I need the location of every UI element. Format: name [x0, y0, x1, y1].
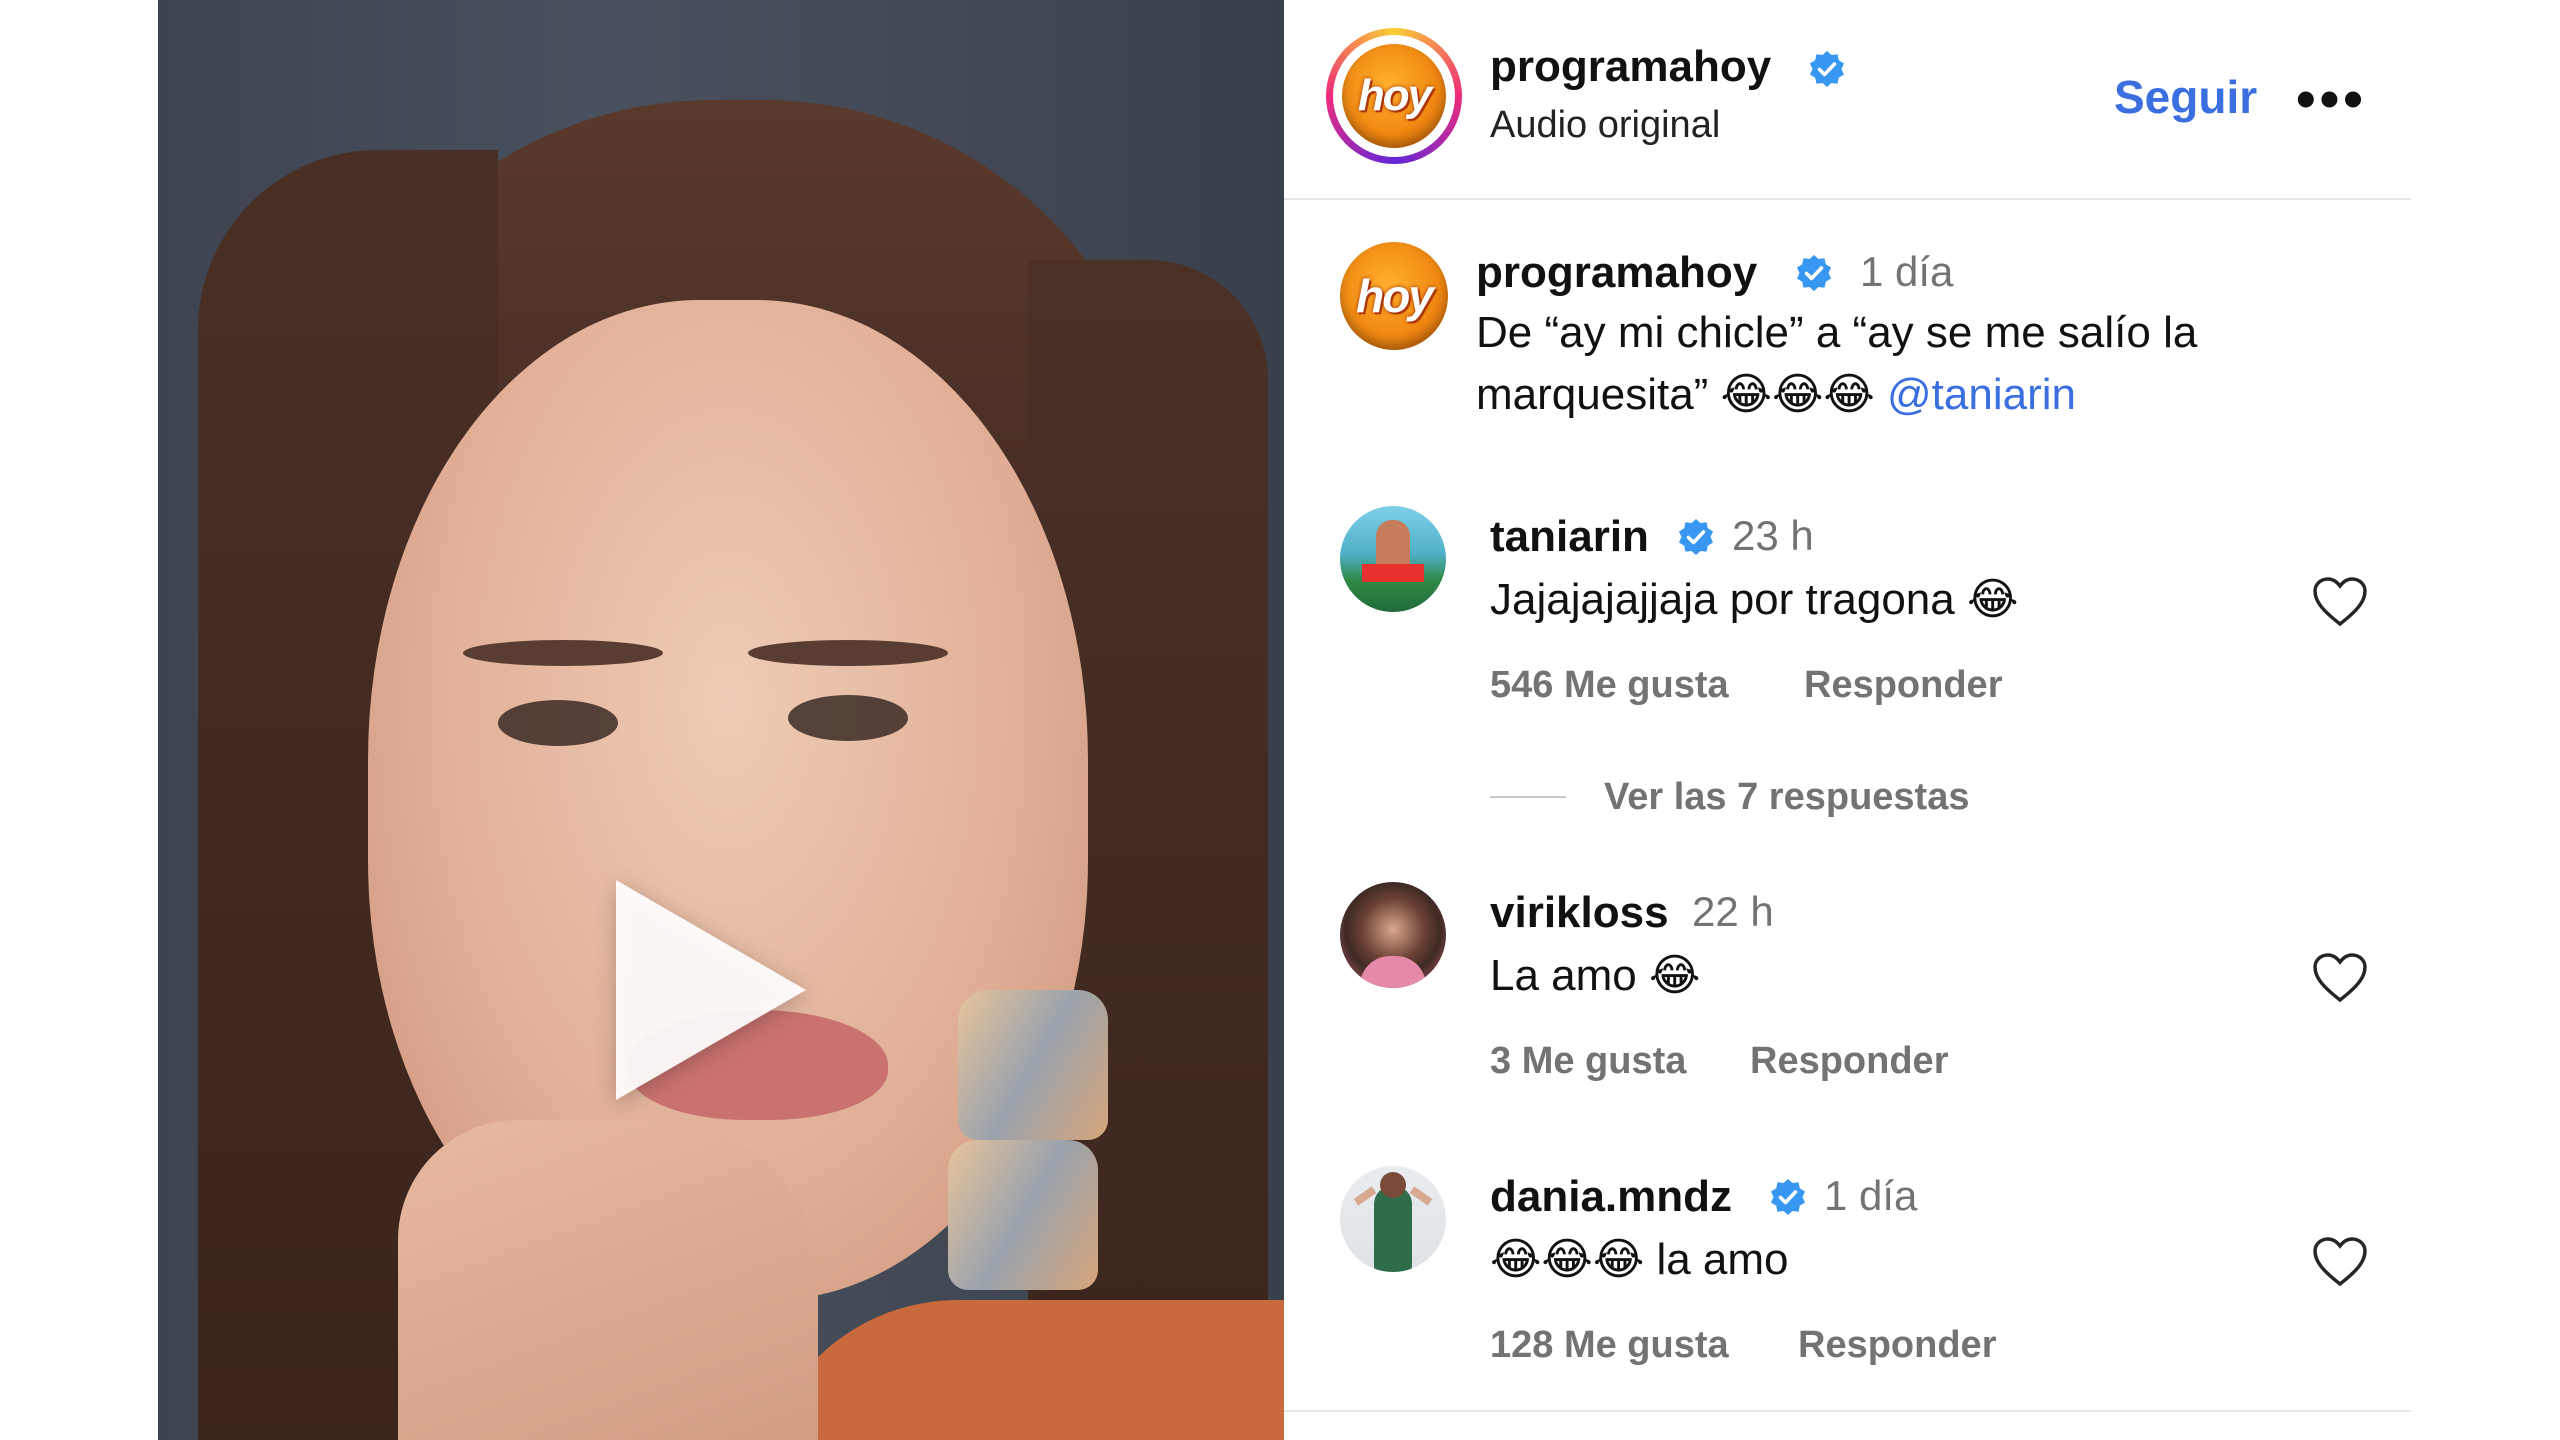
- replies-divider-line: [1490, 796, 1566, 798]
- reply-button[interactable]: Responder: [1750, 1040, 1948, 1083]
- avatar-figure: [1374, 1186, 1412, 1272]
- caption-line-2: marquesita” 😂😂😂 @taniarin: [1476, 364, 2376, 426]
- verified-badge-icon: [1810, 51, 1844, 87]
- comment-likes[interactable]: 546 Me gusta: [1490, 664, 1729, 707]
- avatar-figure-head: [1380, 1172, 1406, 1198]
- verified-badge-icon: [1797, 255, 1831, 291]
- video-frame-clothing: [758, 1300, 1284, 1440]
- caption-author-username[interactable]: programahoy: [1476, 248, 1757, 298]
- heart-outline-icon[interactable]: [2312, 576, 2368, 628]
- comment-timestamp[interactable]: 22 h: [1692, 888, 1774, 936]
- video-frame-earring: [948, 1140, 1098, 1290]
- comment-username[interactable]: virikloss: [1490, 888, 1669, 938]
- caption-line-1: De “ay mi chicle” a “ay se me salío la: [1476, 308, 2198, 357]
- avatar-tag: [1362, 564, 1424, 582]
- more-horizontal-icon[interactable]: •••: [2296, 66, 2367, 131]
- avatar-figure-arm: [1409, 1186, 1433, 1206]
- comment-username[interactable]: dania.mndz: [1490, 1172, 1732, 1222]
- avatar-figure: [1360, 956, 1426, 988]
- video-player[interactable]: [158, 0, 1284, 1440]
- comment-text: Jajajajajjaja por tragona 😂: [1490, 575, 2019, 624]
- view-replies-button[interactable]: Ver las 7 respuestas: [1604, 776, 1969, 819]
- caption-line-2-text: marquesita” 😂😂😂: [1476, 370, 1875, 419]
- comment-text: 😂😂😂 la amo: [1490, 1235, 1789, 1284]
- comment-avatar[interactable]: [1340, 1166, 1446, 1272]
- video-frame-hand: [398, 1120, 818, 1440]
- comment-likes[interactable]: 3 Me gusta: [1490, 1040, 1686, 1083]
- reply-button[interactable]: Responder: [1804, 664, 2002, 707]
- play-icon[interactable]: [616, 880, 806, 1100]
- video-frame-brow: [463, 640, 663, 666]
- reply-button[interactable]: Responder: [1798, 1324, 1996, 1367]
- comment-timestamp[interactable]: 23 h: [1732, 512, 1814, 560]
- verified-badge-icon: [1679, 519, 1713, 555]
- post-caption: De “ay mi chicle” a “ay se me salío la m…: [1476, 302, 2376, 426]
- header-divider: [1284, 198, 2411, 200]
- caption-timestamp[interactable]: 1 día: [1860, 248, 1953, 296]
- post-author-avatar[interactable]: hoy: [1326, 28, 1462, 164]
- caption-author-avatar[interactable]: hoy: [1340, 242, 1448, 350]
- verified-badge-icon: [1771, 1179, 1805, 1215]
- video-frame-earring: [958, 990, 1108, 1140]
- post-author-username[interactable]: programahoy: [1490, 42, 1771, 92]
- footer-divider: [1284, 1410, 2411, 1412]
- audio-label[interactable]: Audio original: [1490, 104, 1720, 147]
- hoy-logo-text: hoy: [1357, 71, 1432, 120]
- heart-outline-icon[interactable]: [2312, 952, 2368, 1004]
- follow-button[interactable]: Seguir: [2114, 70, 2257, 124]
- video-frame-brow: [748, 640, 948, 666]
- video-frame-eye: [788, 695, 908, 741]
- heart-outline-icon[interactable]: [2312, 1236, 2368, 1288]
- hoy-logo-icon: hoy: [1342, 44, 1446, 148]
- comment-username[interactable]: taniarin: [1490, 512, 1649, 562]
- comment-text: La amo 😂: [1490, 951, 1701, 1000]
- video-frame-eye: [498, 700, 618, 746]
- caption-mention-link[interactable]: @taniarin: [1887, 370, 2076, 419]
- hoy-logo-text: hoy: [1356, 270, 1434, 322]
- comment-timestamp[interactable]: 1 día: [1824, 1172, 1917, 1220]
- comment-avatar[interactable]: [1340, 882, 1446, 988]
- comment-avatar[interactable]: [1340, 506, 1446, 612]
- avatar-figure-arm: [1353, 1186, 1377, 1206]
- comment-likes[interactable]: 128 Me gusta: [1490, 1324, 1729, 1367]
